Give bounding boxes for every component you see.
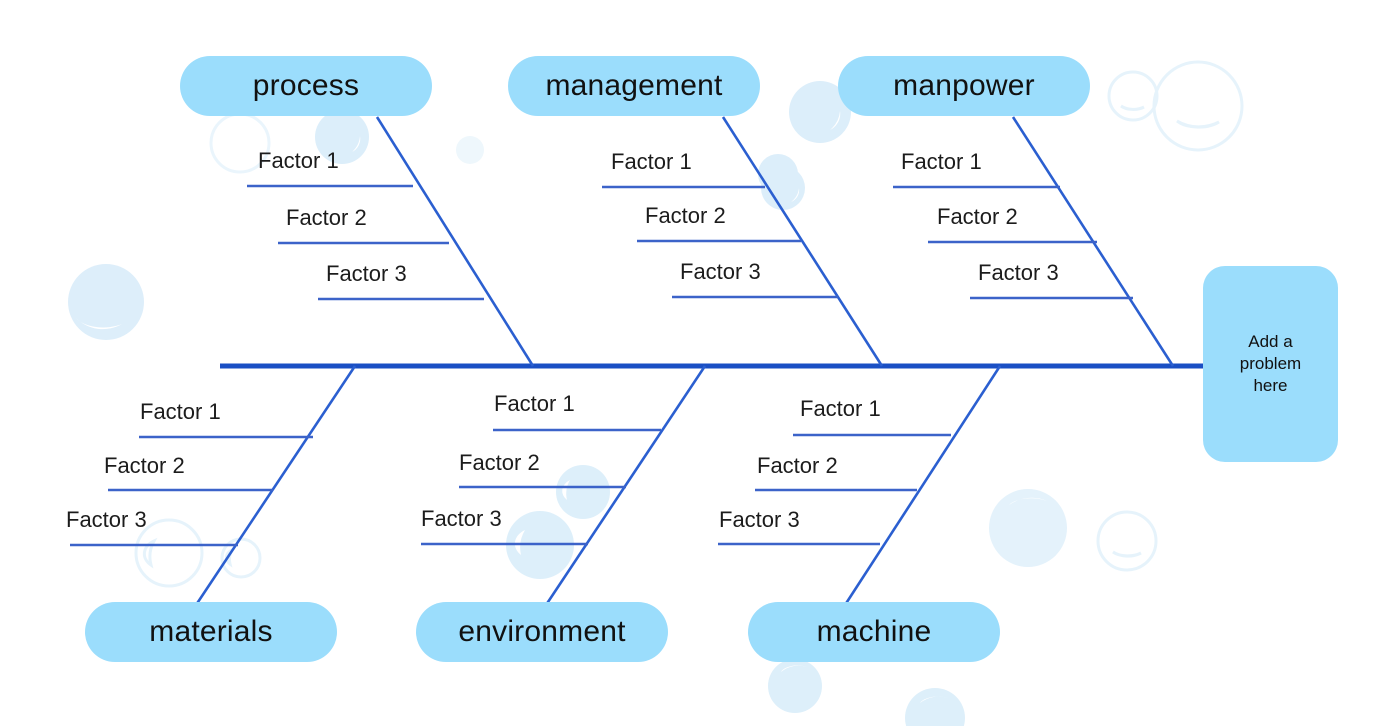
factor-label-management-1[interactable]: Factor 1	[611, 149, 692, 175]
factor-label-materials-1[interactable]: Factor 1	[140, 399, 221, 425]
category-pill-process[interactable]: process	[180, 56, 432, 116]
factor-label-manpower-1[interactable]: Factor 1	[901, 149, 982, 175]
bone-process	[375, 116, 535, 367]
factor-label-materials-3[interactable]: Factor 3	[66, 507, 147, 533]
factor-label-management-2[interactable]: Factor 2	[645, 203, 726, 229]
factor-label-process-1[interactable]: Factor 1	[258, 148, 339, 174]
fishbone-diagram-canvas: process management manpower materials en…	[0, 0, 1400, 726]
category-pill-management-label: management	[545, 69, 723, 102]
category-pill-materials[interactable]: materials	[85, 602, 337, 662]
factor-label-manpower-3[interactable]: Factor 3	[978, 260, 1059, 286]
problem-line-1: Add a	[1248, 332, 1293, 352]
category-pill-manpower-label: manpower	[893, 69, 1035, 102]
factor-label-manpower-2[interactable]: Factor 2	[937, 204, 1018, 230]
category-pill-environment-label: environment	[458, 615, 626, 648]
factor-label-machine-1[interactable]: Factor 1	[800, 396, 881, 422]
category-pill-manpower[interactable]: manpower	[838, 56, 1090, 116]
category-pill-environment[interactable]: environment	[416, 602, 668, 662]
category-pill-machine[interactable]: machine	[748, 602, 1000, 662]
factor-label-machine-3[interactable]: Factor 3	[719, 507, 800, 533]
problem-line-3: here	[1253, 375, 1288, 395]
category-pill-machine-label: machine	[816, 615, 932, 648]
factor-label-management-3[interactable]: Factor 3	[680, 259, 761, 285]
factor-label-process-3[interactable]: Factor 3	[326, 261, 407, 287]
factor-label-environment-3[interactable]: Factor 3	[421, 506, 502, 532]
factor-label-environment-1[interactable]: Factor 1	[494, 391, 575, 417]
problem-statement-text: Add a problem here	[1240, 331, 1301, 396]
factor-label-machine-2[interactable]: Factor 2	[757, 453, 838, 479]
factor-label-materials-2[interactable]: Factor 2	[104, 453, 185, 479]
category-pill-materials-label: materials	[149, 615, 273, 648]
problem-statement-box[interactable]: Add a problem here	[1203, 266, 1338, 462]
category-pill-process-label: process	[252, 69, 360, 102]
factor-label-environment-2[interactable]: Factor 2	[459, 450, 540, 476]
category-pill-management[interactable]: management	[508, 56, 760, 116]
problem-line-2: problem	[1239, 354, 1302, 374]
factor-label-process-2[interactable]: Factor 2	[286, 205, 367, 231]
